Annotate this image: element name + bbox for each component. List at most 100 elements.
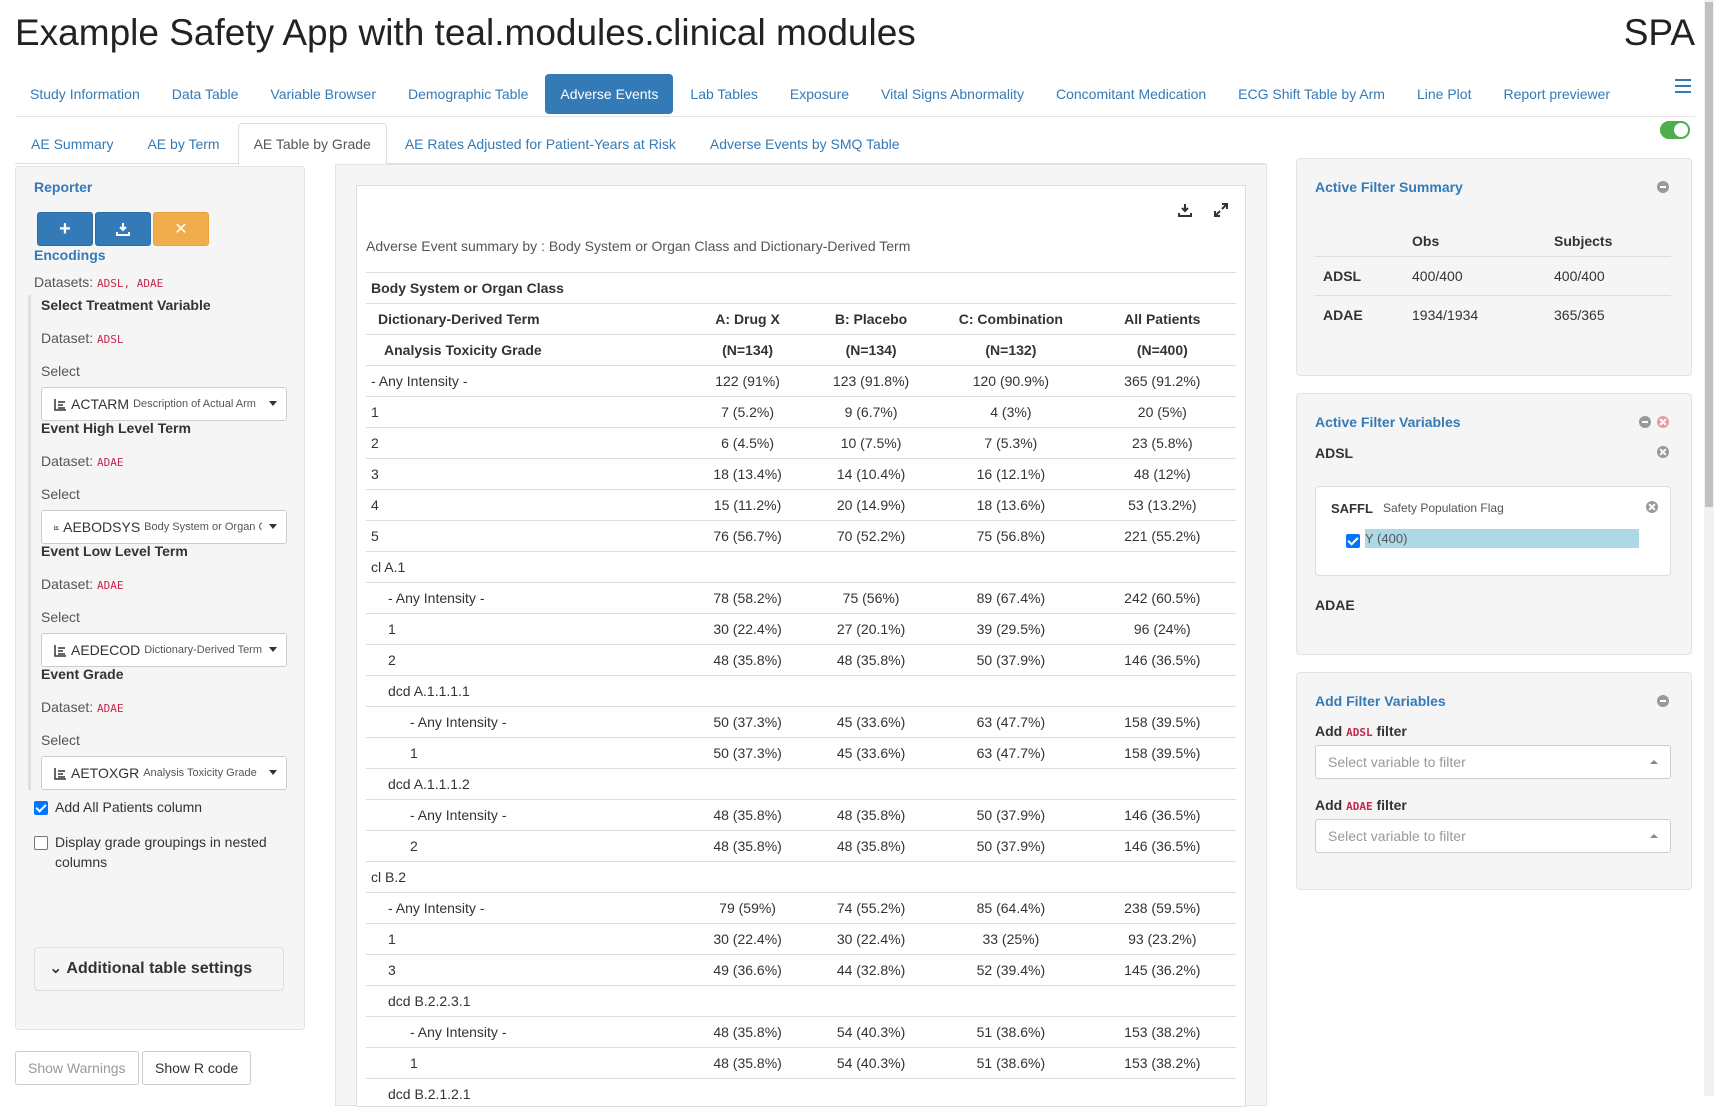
sub-tab-ae-table-by-grade[interactable]: AE Table by Grade (238, 123, 387, 165)
expand-icon[interactable] (1213, 202, 1229, 218)
nav-tab-line-plot[interactable]: Line Plot (1402, 74, 1486, 114)
table-cell: 48 (35.8%) (686, 1048, 809, 1079)
summary-subjects: 365/365 (1553, 296, 1671, 335)
collapse-icon[interactable] (1657, 695, 1669, 707)
row-label: 2 (366, 428, 686, 459)
table-cell (1089, 986, 1236, 1017)
nav-tab-concomitant-medication[interactable]: Concomitant Medication (1041, 74, 1221, 114)
bar-chart-icon (54, 644, 67, 657)
row-label: 3 (366, 955, 686, 986)
table-row: 130 (22.4%)30 (22.4%)33 (25%)93 (23.2%) (366, 924, 1236, 955)
additional-table-settings-toggle[interactable]: ⌄Additional table settings (34, 947, 284, 991)
encoding-select-label: Select (41, 609, 301, 625)
table-header-row: Dictionary-Derived TermA: Drug XB: Place… (366, 304, 1236, 335)
encoding-aetoxgr: Event GradeDataset: ADAESelectAETOXGRAna… (28, 664, 301, 790)
header-cell: Analysis Toxicity Grade (366, 335, 686, 366)
table-cell: 20 (14.9%) (809, 490, 933, 521)
sub-tab-ae-summary[interactable]: AE Summary (15, 123, 129, 164)
table-cell: 145 (36.2%) (1089, 955, 1236, 986)
show-warnings-button[interactable]: Show Warnings (15, 1051, 139, 1085)
encoding-select[interactable]: AETOXGRAnalysis Toxicity Grade (41, 756, 287, 790)
adae-filter-select[interactable]: Select variable to filter (1315, 819, 1671, 853)
bar-chart-icon (54, 767, 67, 780)
table-cell (1089, 769, 1236, 800)
remove-all-filters-icon[interactable] (1657, 416, 1669, 428)
table-cell (933, 1079, 1088, 1109)
table-cell (933, 769, 1088, 800)
add-filter-variables-panel: Add Filter Variables Add ADSL filter Sel… (1296, 672, 1692, 890)
table-cell: 23 (5.8%) (1089, 428, 1236, 459)
table-cell: 9 (6.7%) (809, 397, 933, 428)
table-cell: 51 (38.6%) (933, 1017, 1088, 1048)
add-adsl-filter-label: Add ADSL filter (1315, 723, 1407, 739)
table-cell: 50 (37.9%) (933, 800, 1088, 831)
adsl-filter-select[interactable]: Select variable to filter (1315, 745, 1671, 779)
header-cell: (N=400) (1089, 335, 1236, 366)
encoding-select-label: Select (41, 486, 301, 502)
table-cell: 96 (24%) (1089, 614, 1236, 645)
all-patients-checkbox-row[interactable]: Add All Patients column (34, 799, 202, 815)
table-cell: 53 (13.2%) (1089, 490, 1236, 521)
nav-tab-adverse-events[interactable]: Adverse Events (545, 74, 673, 114)
datasets-label: Datasets: (34, 274, 93, 290)
summary-dataset: ADSL (1315, 257, 1411, 296)
table-cell (933, 552, 1088, 583)
nav-tab-report-previewer[interactable]: Report previewer (1488, 74, 1625, 114)
table-cell: 45 (33.6%) (809, 738, 933, 769)
table-row: 318 (13.4%)14 (10.4%)16 (12.1%)48 (12%) (366, 459, 1236, 490)
table-cell: 158 (39.5%) (1089, 738, 1236, 769)
grade-groupings-label-line1: Display grade groupings in nested (55, 832, 267, 852)
encoding-select[interactable]: AEDECODDictionary-Derived Term (41, 633, 287, 667)
all-patients-checkbox[interactable] (34, 801, 48, 815)
theme-toggle[interactable] (1660, 121, 1690, 139)
ae-table: Body System or Organ ClassDictionary-Der… (366, 272, 1236, 1109)
page-scrollbar[interactable] (1704, 0, 1714, 1096)
table-cell: 120 (90.9%) (933, 366, 1088, 397)
saffl-y-bar[interactable]: Y (400) (1365, 529, 1639, 548)
table-cell: 20 (5%) (1089, 397, 1236, 428)
nav-tab-variable-browser[interactable]: Variable Browser (255, 74, 391, 114)
caret-up-icon (1650, 760, 1658, 764)
sub-tab-ae-rates-adjusted-for-patient-years-at-risk[interactable]: AE Rates Adjusted for Patient-Years at R… (389, 123, 692, 164)
encodings-panel: Reporter + ✕ Encodings Datasets: ADSL, A… (15, 166, 305, 1030)
encoding-select[interactable]: AEBODSYSBody System or Organ Class (41, 510, 287, 544)
collapse-icon[interactable] (1657, 181, 1669, 193)
scrollbar-thumb[interactable] (1705, 2, 1713, 507)
header-cell: B: Placebo (809, 304, 933, 335)
add-to-report-button[interactable]: + (37, 212, 93, 246)
grade-groupings-checkbox[interactable] (34, 836, 48, 850)
saffl-y-checkbox[interactable] (1346, 534, 1360, 548)
sub-tab-ae-by-term[interactable]: AE by Term (131, 123, 235, 164)
hamburger-menu-icon[interactable] (1675, 79, 1691, 93)
download-report-button[interactable] (95, 212, 151, 246)
table-cell (809, 862, 933, 893)
header-cell: (N=132) (933, 335, 1088, 366)
table-row: - Any Intensity -48 (35.8%)54 (40.3%)51 … (366, 1017, 1236, 1048)
table-cell: 153 (38.2%) (1089, 1048, 1236, 1079)
row-label: 3 (366, 459, 686, 490)
active-filter-variables-title: Active Filter Variables (1315, 414, 1461, 430)
table-row: 150 (37.3%)45 (33.6%)63 (47.7%)158 (39.5… (366, 738, 1236, 769)
nav-tab-exposure[interactable]: Exposure (775, 74, 864, 114)
show-r-code-button[interactable]: Show R code (142, 1051, 251, 1085)
saffl-variable-label: Safety Population Flag (1383, 501, 1504, 515)
encoding-select[interactable]: ACTARMDescription of Actual Arm (41, 387, 287, 421)
nav-tab-data-table[interactable]: Data Table (157, 74, 254, 114)
table-cell (809, 1079, 933, 1109)
grade-groupings-checkbox-row[interactable]: Display grade groupings in nested column… (34, 834, 267, 872)
remove-saffl-filter-icon[interactable] (1646, 501, 1658, 513)
nav-tab-demographic-table[interactable]: Demographic Table (393, 74, 543, 114)
download-icon[interactable] (1177, 202, 1193, 218)
remove-adsl-filters-icon[interactable] (1657, 446, 1669, 458)
table-cell: 89 (67.4%) (933, 583, 1088, 614)
col-subjects: Subjects (1553, 226, 1671, 257)
reset-report-button[interactable]: ✕ (153, 212, 209, 246)
collapse-icon[interactable] (1639, 416, 1651, 428)
nav-tab-lab-tables[interactable]: Lab Tables (675, 74, 772, 114)
nav-tab-study-information[interactable]: Study Information (15, 74, 155, 114)
sub-tab-adverse-events-by-smq-table[interactable]: Adverse Events by SMQ Table (694, 123, 916, 164)
nav-tab-vital-signs-abnormality[interactable]: Vital Signs Abnormality (866, 74, 1039, 114)
table-cell: 6 (4.5%) (686, 428, 809, 459)
nav-tab-ecg-shift-table-by-arm[interactable]: ECG Shift Table by Arm (1223, 74, 1400, 114)
table-cell: 48 (35.8%) (686, 800, 809, 831)
